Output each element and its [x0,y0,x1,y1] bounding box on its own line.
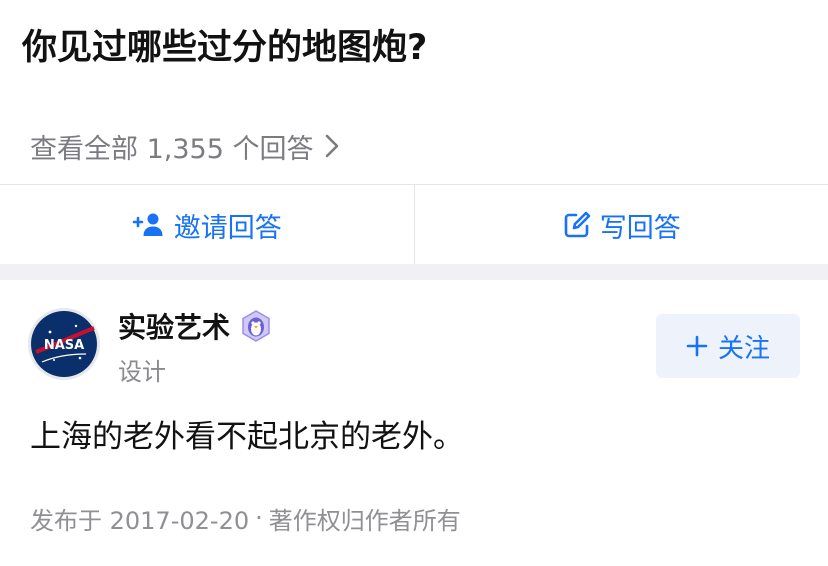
chevron-right-icon [326,134,339,158]
question-title[interactable]: 你见过哪些过分的地图炮? [22,22,427,74]
write-answer-label: 写回答 [599,212,681,244]
answer-content[interactable]: 上海的老外看不起北京的老外。 [30,412,464,462]
penguin-badge-icon [242,310,270,342]
follow-label: 关注 [717,333,770,364]
nasa-logo-avatar: NASA [31,311,97,377]
follow-button[interactable]: 关注 [656,314,800,378]
author-headline: 设计 [118,358,166,386]
author-name-row: 实验艺术 [118,306,272,346]
view-all-answers-label: 查看全部 1,355 个回答 [30,133,314,165]
section-divider [0,264,828,280]
author-avatar[interactable]: NASA [28,308,100,380]
write-answer-button[interactable]: 写回答 [413,185,828,265]
author-name[interactable]: 实验艺术 [118,306,230,346]
view-all-answers-link[interactable]: 查看全部 1,355 个回答 [30,124,339,168]
meta-separator: · [255,504,263,532]
svg-text:NASA: NASA [44,338,84,353]
publish-date: 发布于 2017-02-20 [30,506,250,535]
edit-icon [564,211,591,238]
invite-answer-label: 邀请回答 [173,212,282,244]
person-add-icon [132,213,163,236]
answer-meta: 发布于 2017-02-20 · 著作权归作者所有 [30,498,461,538]
answer-action-bar: 邀请回答 写回答 [0,184,828,265]
copyright-notice: 著作权归作者所有 [268,506,461,535]
plus-icon [686,335,708,357]
invite-answer-button[interactable]: 邀请回答 [0,185,414,265]
